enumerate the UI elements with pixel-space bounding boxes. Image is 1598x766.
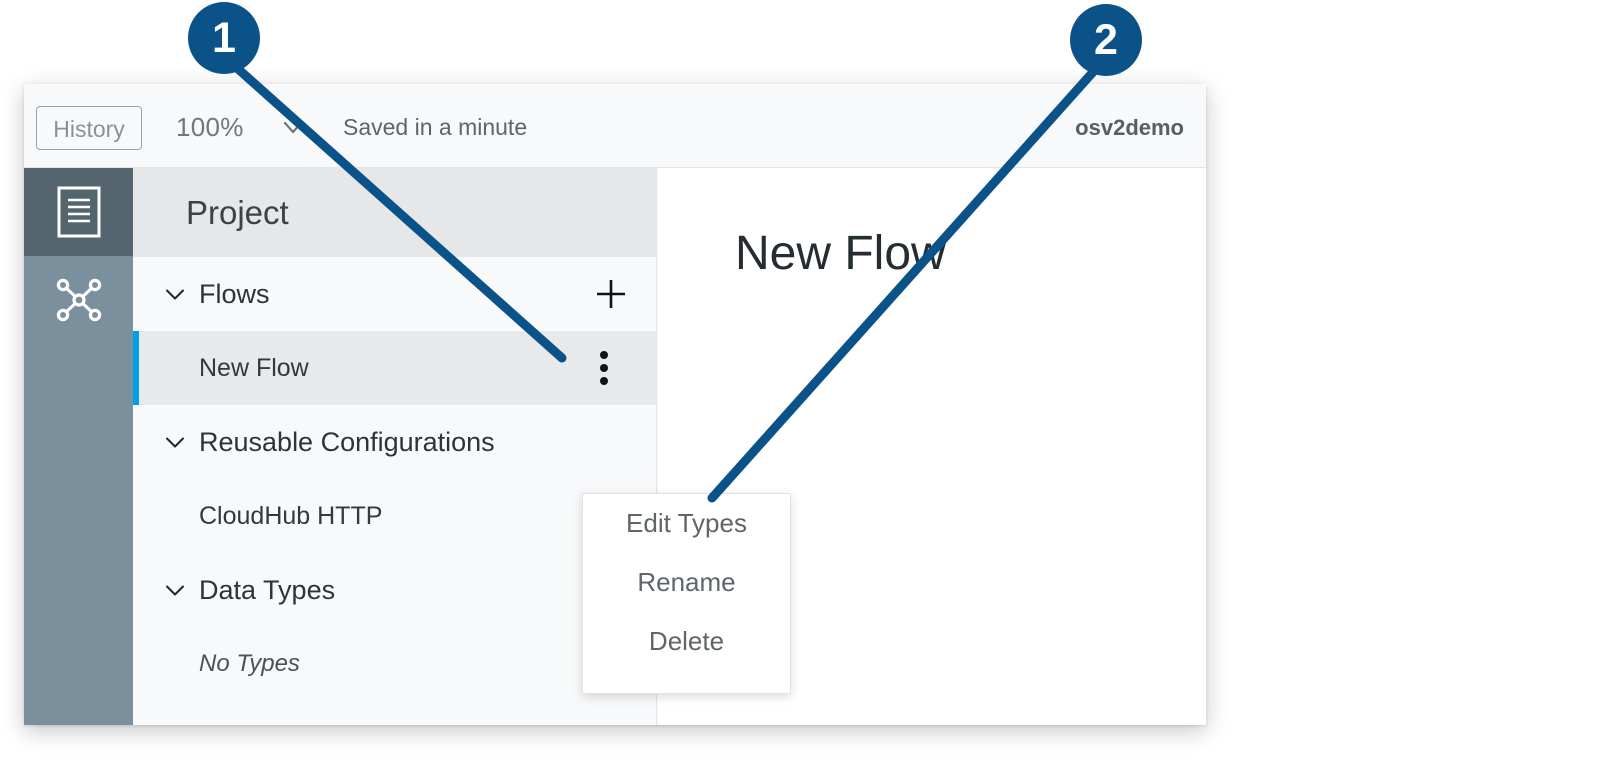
- top-toolbar: History 100% Saved in a minute osv2demo: [24, 84, 1206, 168]
- chevron-down-icon[interactable]: [163, 430, 187, 454]
- zoom-level-label[interactable]: 100%: [176, 112, 244, 143]
- kebab-dot: [600, 351, 608, 359]
- tree-row-label: New Flow: [199, 354, 309, 383]
- left-icon-rail: [24, 168, 133, 725]
- rail-item-flow-designer[interactable]: [24, 256, 133, 344]
- kebab-dot: [600, 377, 608, 385]
- flow-nodes-icon: [53, 274, 105, 326]
- tree-row-flows[interactable]: Flows: [133, 257, 656, 331]
- application-window: History 100% Saved in a minute osv2demo: [24, 84, 1206, 725]
- add-flow-button[interactable]: [594, 277, 628, 311]
- kebab-menu-button[interactable]: [600, 351, 608, 385]
- callout-badge-1: 1: [188, 2, 260, 74]
- project-tree-title: Project: [133, 168, 656, 257]
- saved-status-label: Saved in a minute: [343, 114, 527, 141]
- edit-types-menu-item[interactable]: Edit Types: [583, 494, 790, 553]
- tree-row-cloudhub-http[interactable]: CloudHub HTTP: [133, 479, 656, 553]
- chevron-down-icon[interactable]: [280, 114, 306, 140]
- chevron-down-icon[interactable]: [163, 578, 187, 602]
- chevron-down-icon[interactable]: [163, 282, 187, 306]
- tree-row-new-flow[interactable]: New Flow: [133, 331, 656, 405]
- tree-row-label: CloudHub HTTP: [199, 502, 382, 531]
- tree-row-data-types[interactable]: Data Types: [133, 553, 656, 627]
- flow-context-menu: Edit Types Rename Delete: [582, 493, 791, 694]
- tree-row-label: No Types: [199, 650, 300, 678]
- document-outline-icon: [57, 186, 101, 238]
- page-title: Project: [186, 194, 289, 232]
- tree-row-no-types: No Types: [133, 627, 656, 701]
- screenshot-stage: History 100% Saved in a minute osv2demo: [0, 0, 1598, 766]
- project-tree-panel: Project Flows New Flo: [133, 168, 657, 725]
- callout-badge-2: 2: [1070, 4, 1142, 76]
- rename-menu-item[interactable]: Rename: [583, 553, 790, 612]
- tree-row-label: Data Types: [199, 575, 335, 606]
- tree-row-label: Reusable Configurations: [199, 427, 495, 458]
- flow-canvas-title: New Flow: [735, 226, 946, 281]
- delete-menu-item[interactable]: Delete: [583, 612, 790, 671]
- history-button[interactable]: History: [36, 106, 142, 150]
- kebab-dot: [600, 364, 608, 372]
- tree-row-label: Flows: [199, 279, 270, 310]
- tree-row-reusable-configurations[interactable]: Reusable Configurations: [133, 405, 656, 479]
- project-name-label: osv2demo: [1075, 115, 1184, 141]
- rail-item-project[interactable]: [24, 168, 133, 256]
